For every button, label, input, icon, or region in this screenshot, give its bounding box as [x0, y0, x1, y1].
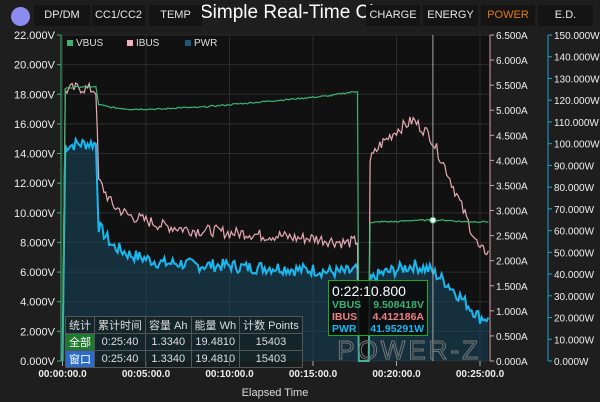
y-tick-label-V: 18.000V — [14, 89, 56, 101]
stats-header: 容量 Ah — [145, 316, 192, 334]
stats-header: 计数 Points — [239, 316, 303, 334]
y-tick-label-A: 1.500A — [496, 282, 528, 293]
tooltip-vbus-label: VBUS — [332, 299, 362, 311]
legend-swatch-vbus — [67, 40, 73, 46]
y-tick-label-V: 2.000V — [20, 326, 56, 338]
stats-cell: 0:25:40 — [94, 350, 146, 368]
stats-cell: 15403 — [239, 350, 303, 368]
tooltip-ibus-value: 4.412186A — [372, 311, 424, 323]
y-tick-label-W: 10.000W — [554, 335, 595, 346]
y-tick-label-W: 80.000W — [554, 183, 595, 194]
stats-cell: 0:25:40 — [94, 333, 146, 351]
x-tick-label: 00:05:00.0 — [122, 369, 171, 380]
y-tick-label-W: 150.000W — [554, 31, 600, 42]
legend-swatch-ibus — [127, 40, 133, 46]
y-tick-label-V: 22.000V — [14, 30, 56, 42]
stats-cell: 19.4810 — [190, 333, 241, 351]
x-tick-label: 00:00:00.0 — [38, 369, 87, 380]
legend-vbus[interactable]: VBUS — [76, 38, 104, 49]
stats-row-window-label[interactable]: 窗口 — [65, 350, 95, 368]
x-tick-label: 00:15:00.0 — [289, 369, 338, 380]
y-tick-label-V: 4.000V — [20, 297, 56, 309]
stats-header: 累计时间 — [94, 316, 146, 334]
y-tick-label-W: 40.000W — [554, 270, 595, 281]
x-tick-label: 00:25:00.0 — [456, 369, 505, 380]
y-tick-label-W: 110.000W — [554, 118, 599, 129]
stats-cell: 1.3340 — [145, 333, 192, 351]
stats-header: 能量 Wh — [190, 316, 241, 334]
tooltip-time: 0:22:10.800 — [332, 283, 406, 299]
y-tick-label-V: 16.000V — [14, 119, 56, 131]
y-tick-label-A: 2.000A — [496, 257, 528, 268]
x-tick-label: 00:10:00.0 — [205, 369, 254, 380]
y-tick-label-V: 8.000V — [20, 237, 56, 249]
y-tick-label-A: 3.000A — [496, 207, 528, 218]
tooltip-ibus-label: IBUS — [332, 311, 358, 323]
y-tick-label-V: 20.000V — [14, 60, 56, 72]
tooltip-pwr-value: 41.95291W — [370, 323, 424, 335]
y-tick-label-A: 3.500A — [496, 181, 528, 192]
y-tick-label-A: 4.500A — [496, 131, 528, 142]
stats-cell: 19.4810 — [190, 350, 241, 368]
y-tick-label-V: 14.000V — [14, 149, 56, 161]
y-tick-label-A: 6.500A — [496, 31, 528, 42]
y-tick-label-A: 5.500A — [496, 81, 528, 92]
y-tick-label-A: 5.000A — [496, 106, 528, 117]
y-tick-label-V: 10.000V — [14, 208, 56, 220]
y-tick-label-A: 0.000A — [496, 357, 528, 368]
stats-header: 统计 — [65, 316, 95, 334]
legend-ibus[interactable]: IBUS — [136, 38, 160, 49]
y-tick-label-W: 70.000W — [554, 205, 595, 216]
x-tick-label: 00:20:00.0 — [372, 369, 421, 380]
y-tick-label-W: 100.000W — [554, 140, 600, 151]
legend-pwr[interactable]: PWR — [194, 38, 217, 49]
y-tick-label-V: 12.000V — [14, 178, 56, 190]
y-tick-label-W: 60.000W — [554, 227, 595, 238]
y-tick-label-V: 0.000V — [20, 356, 56, 368]
y-tick-label-W: 120.000W — [554, 96, 600, 107]
stats-table: 统计 累计时间 容量 Ah 能量 Wh 计数 Points 全部 0:25:40… — [65, 316, 303, 368]
y-tick-label-V: 6.000V — [20, 267, 56, 279]
cursor-tooltip: 0:22:10.800 VBUS 9.508418V IBUS 4.412186A … — [328, 280, 428, 336]
y-tick-label-A: 6.000A — [496, 56, 528, 67]
stats-cell: 1.3340 — [145, 350, 192, 368]
watermark: POWER-Z — [337, 335, 481, 365]
legend-swatch-pwr — [185, 40, 191, 46]
cursor-marker — [429, 216, 437, 224]
tooltip-vbus-value: 9.508418V — [373, 299, 424, 311]
y-tick-label-A: 0.500A — [496, 332, 528, 343]
y-tick-label-W: 50.000W — [554, 248, 595, 259]
y-tick-label-W: 20.000W — [554, 314, 595, 325]
y-tick-label-A: 4.000A — [496, 156, 528, 167]
stats-row-all-label[interactable]: 全部 — [65, 333, 95, 351]
y-tick-label-W: 30.000W — [554, 292, 595, 303]
y-tick-label-W: 90.000W — [554, 161, 595, 172]
y-tick-label-W: 0.000W — [554, 357, 589, 368]
stats-cell: 15403 — [239, 333, 303, 351]
tooltip-pwr-label: PWR — [332, 323, 357, 335]
y-tick-label-A: 1.000A — [496, 307, 528, 318]
y-tick-label-W: 140.000W — [554, 53, 600, 64]
y-tick-label-W: 130.000W — [554, 74, 600, 85]
y-tick-label-A: 2.500A — [496, 232, 528, 243]
x-axis-label: Elapsed Time — [242, 387, 309, 399]
